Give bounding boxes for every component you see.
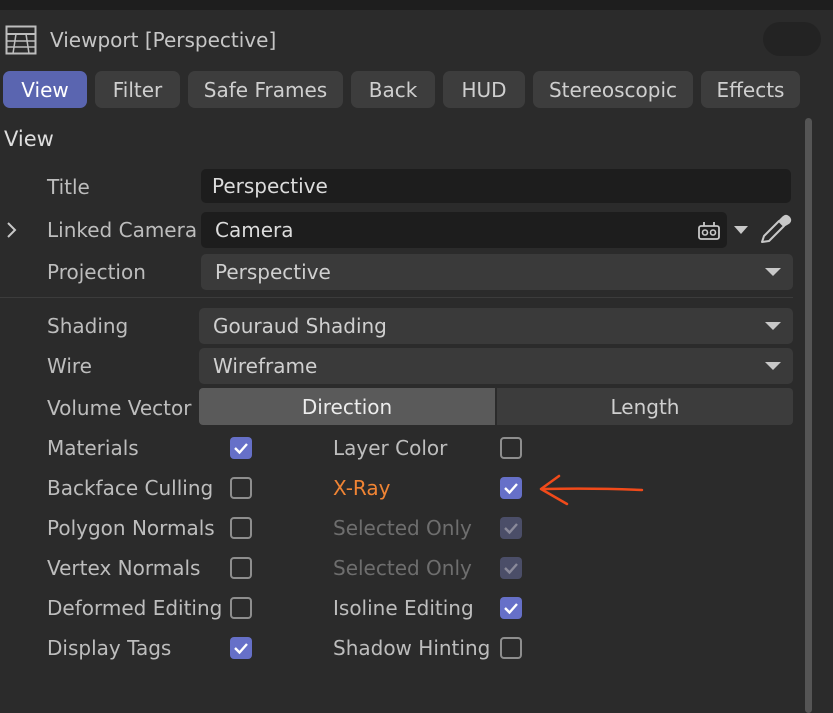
display-tags-checkbox[interactable] — [230, 637, 252, 659]
volume-vector-label: Volume Vector — [47, 396, 192, 420]
linked-camera-value: Camera — [215, 218, 294, 242]
scrollbar[interactable] — [805, 118, 812, 713]
vertex-normals-label: Vertex Normals — [47, 556, 201, 580]
materials-checkbox[interactable] — [230, 437, 252, 459]
camera-icon[interactable] — [697, 218, 721, 242]
tab-view[interactable]: View — [3, 71, 87, 108]
checkmark-icon — [234, 643, 248, 655]
chevron-right-icon[interactable] — [6, 221, 18, 239]
selected-only-checkbox — [500, 517, 522, 539]
linked-camera-field[interactable]: Camera — [201, 212, 727, 248]
toggle-button[interactable] — [763, 22, 821, 56]
materials-label: Materials — [47, 436, 139, 460]
projection-dropdown[interactable]: Perspective — [201, 254, 793, 290]
tab-filter[interactable]: Filter — [95, 71, 180, 108]
section-title: View — [4, 127, 54, 151]
shading-value: Gouraud Shading — [213, 314, 387, 338]
top-strip — [0, 0, 833, 10]
tab-back[interactable]: Back — [351, 71, 435, 108]
window-title: Viewport [Perspective] — [50, 28, 277, 52]
selected-only-label: Selected Only — [333, 556, 472, 580]
polygon-normals-label: Polygon Normals — [47, 516, 215, 540]
checkmark-icon — [504, 523, 518, 535]
tab-hud[interactable]: HUD — [443, 71, 525, 108]
backface-culling-label: Backface Culling — [47, 476, 214, 500]
x-ray-label: X-Ray — [333, 476, 391, 500]
checkmark-icon — [504, 563, 518, 575]
chevron-down-icon[interactable] — [733, 225, 749, 235]
polygon-normals-checkbox[interactable] — [230, 517, 252, 539]
projection-label: Projection — [47, 260, 146, 284]
shading-dropdown[interactable]: Gouraud Shading — [199, 308, 793, 344]
x-ray-checkbox[interactable] — [500, 477, 522, 499]
annotation-arrow-icon — [539, 474, 644, 506]
title-bar: Viewport [Perspective] — [0, 18, 833, 64]
selected-only-checkbox — [500, 557, 522, 579]
checkmark-icon — [234, 443, 248, 455]
tab-effects[interactable]: Effects — [701, 71, 800, 108]
checkmark-icon — [504, 483, 518, 495]
chevron-down-icon — [765, 362, 781, 370]
projection-value: Perspective — [215, 260, 331, 284]
selected-only-label: Selected Only — [333, 516, 472, 540]
tab-safe-frames[interactable]: Safe Frames — [188, 71, 343, 108]
title-input[interactable]: Perspective — [201, 169, 791, 203]
wire-value: Wireframe — [213, 354, 318, 378]
isoline-editing-checkbox[interactable] — [500, 597, 522, 619]
eyedropper-icon[interactable] — [759, 213, 792, 245]
title-value: Perspective — [212, 174, 328, 198]
linked-camera-label: Linked Camera — [47, 218, 198, 242]
display-tags-label: Display Tags — [47, 636, 172, 660]
wire-label: Wire — [47, 354, 92, 378]
layer-color-label: Layer Color — [333, 436, 448, 460]
divider — [0, 297, 793, 298]
title-label: Title — [47, 175, 90, 199]
backface-culling-checkbox[interactable] — [230, 477, 252, 499]
tab-stereoscopic[interactable]: Stereoscopic — [533, 71, 693, 108]
vertex-normals-checkbox[interactable] — [230, 557, 252, 579]
viewport-icon — [5, 25, 37, 55]
deformed-editing-checkbox[interactable] — [230, 597, 252, 619]
layer-color-checkbox[interactable] — [500, 437, 522, 459]
direction-button[interactable]: Direction — [199, 388, 495, 425]
chevron-down-icon — [765, 322, 781, 330]
length-button[interactable]: Length — [497, 388, 793, 425]
shading-label: Shading — [47, 314, 129, 338]
wire-dropdown[interactable]: Wireframe — [199, 348, 793, 384]
shadow-hinting-checkbox[interactable] — [500, 637, 522, 659]
deformed-editing-label: Deformed Editing — [47, 596, 223, 620]
checkmark-icon — [504, 603, 518, 615]
shadow-hinting-label: Shadow Hinting — [333, 636, 491, 660]
isoline-editing-label: Isoline Editing — [333, 596, 474, 620]
chevron-down-icon — [765, 268, 781, 276]
